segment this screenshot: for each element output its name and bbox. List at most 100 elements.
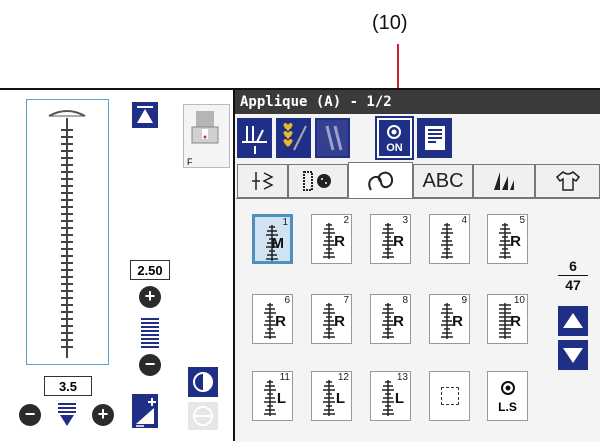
presser-foot-lift-button[interactable] [132,102,158,128]
stitch-number: 8 [402,295,408,306]
presser-foot-image: F [183,104,230,168]
elongation-button[interactable] [132,394,158,428]
arrow-down-icon [563,348,583,363]
stitch-letter: L.S [498,400,517,414]
stitch-pattern-icon [499,303,511,339]
favorite-button[interactable] [276,118,311,158]
stitch-number: 2 [343,215,349,226]
twin-needle-button[interactable] [315,118,350,158]
stitch-preview [26,99,109,365]
stitch-pattern-icon [263,303,277,339]
stitch-number: 11 [279,372,290,383]
dotted-box-icon [441,387,459,405]
favorite-hearts-icon [283,123,307,151]
stitch-length-value: 3.5 [44,376,92,396]
page-current: 6 [569,258,577,274]
mirror-button[interactable] [188,367,218,397]
stitch-pattern-8[interactable]: 8R [370,294,411,344]
pattern-info-icon [425,126,445,150]
stitch-number: 7 [343,295,349,306]
disabled-mirror-button [188,402,218,430]
tab-buttonhole[interactable] [288,164,348,198]
stitch-number: 3 [402,215,408,226]
stitch-letter: R [334,313,345,330]
arrow-up-icon [563,313,583,328]
tab-decorative[interactable] [348,162,413,200]
stitch-letter: R [393,313,404,330]
width-bars-icon [141,318,159,348]
stitch-pattern-12[interactable]: 12 L [311,371,352,421]
stitch-pattern-5[interactable]: 5R [487,214,528,264]
width-decrease-button[interactable]: − [139,354,161,376]
quilt-icon [494,172,514,190]
stitch-letter: R [393,233,404,250]
stitch-letter: R [510,313,521,330]
page-down-button[interactable] [558,340,588,370]
stitch-pattern-blank-14[interactable]: L.S [487,371,528,421]
stitch-pattern-blank-13[interactable] [429,371,470,421]
stitch-letter: L [394,390,404,407]
stitch-letter: R [452,313,463,330]
length-bars-icon [58,402,76,428]
stitch-pattern-icon [381,303,395,339]
stitch-pattern-4[interactable]: 4 [429,214,470,264]
stitch-number: 13 [396,372,408,383]
callout-label: (10) [372,12,408,34]
stitch-pattern-icon [440,223,454,259]
left-panel: F 2.50 + − 3.5 − + [0,90,233,441]
stitch-number: 12 [337,372,349,383]
stitch-pattern-10[interactable]: 10 R [487,294,528,344]
stitch-pattern-icon [498,223,512,259]
stitch-number: 9 [461,295,467,306]
stitch-letter: R [510,233,521,250]
stitch-pattern-icon [381,223,395,259]
stitch-pattern-7[interactable]: 7R [311,294,352,344]
twin-needle-icon [325,125,343,151]
pattern-info-button[interactable] [417,118,452,158]
tab-utility[interactable] [237,164,288,198]
stitch-pattern-3[interactable]: 3R [370,214,411,264]
screen-title: Applique (A) - 1/2 [235,90,600,114]
length-decrease-button[interactable]: − [19,404,41,426]
stitch-pattern-icon [381,380,395,416]
width-increase-button[interactable]: + [139,286,161,308]
stitch-pattern-13[interactable]: 13 L [370,371,411,421]
stitch-letter: L [335,390,345,407]
page-indicator: 6 47 [558,258,588,293]
stitch-number: 10 [513,295,525,306]
stitch-letter: M [271,235,285,252]
page-total: 47 [565,277,581,293]
stitch-pattern-icon [322,223,336,259]
stitch-pattern-icon [440,303,454,339]
stitch-number: 5 [519,215,525,226]
tab-quilt[interactable] [473,164,535,198]
presser-foot-label: F [187,157,193,167]
stitch-pattern-9[interactable]: 9R [429,294,470,344]
needle-threader-button[interactable] [237,118,272,158]
length-increase-button[interactable]: + [92,404,114,426]
stitch-letter: R [275,313,286,330]
needle-threader-icon [242,126,267,154]
stitch-pattern-icon [263,380,277,416]
stitch-pattern-1[interactable]: 1M [252,214,293,264]
stitch-pattern-icon [322,303,336,339]
tab-abc[interactable]: ABC [413,164,473,198]
lock-stitch-on-label: ON [386,142,403,154]
stitch-pattern-2[interactable]: 2R [311,214,352,264]
page-up-button[interactable] [558,306,588,336]
stitch-width-value: 2.50 [130,260,170,280]
stitch-letter: L [276,390,286,407]
stitch-pattern-11[interactable]: 11 L [252,371,293,421]
garment-icon [555,171,580,191]
stitch-pattern-6[interactable]: 6R [252,294,293,344]
stitch-pattern-icon [322,380,336,416]
stitch-number: 4 [461,215,467,226]
decorative-stitch-icon [367,171,393,191]
stitch-number: 6 [284,295,290,306]
lock-stitch-button[interactable]: ON [375,116,414,160]
stitch-number: 1 [282,217,288,228]
stitch-letter: R [334,233,345,250]
tab-garment[interactable] [535,164,600,198]
buttonhole-icon [303,171,331,191]
utility-stitch-icon [251,172,274,190]
